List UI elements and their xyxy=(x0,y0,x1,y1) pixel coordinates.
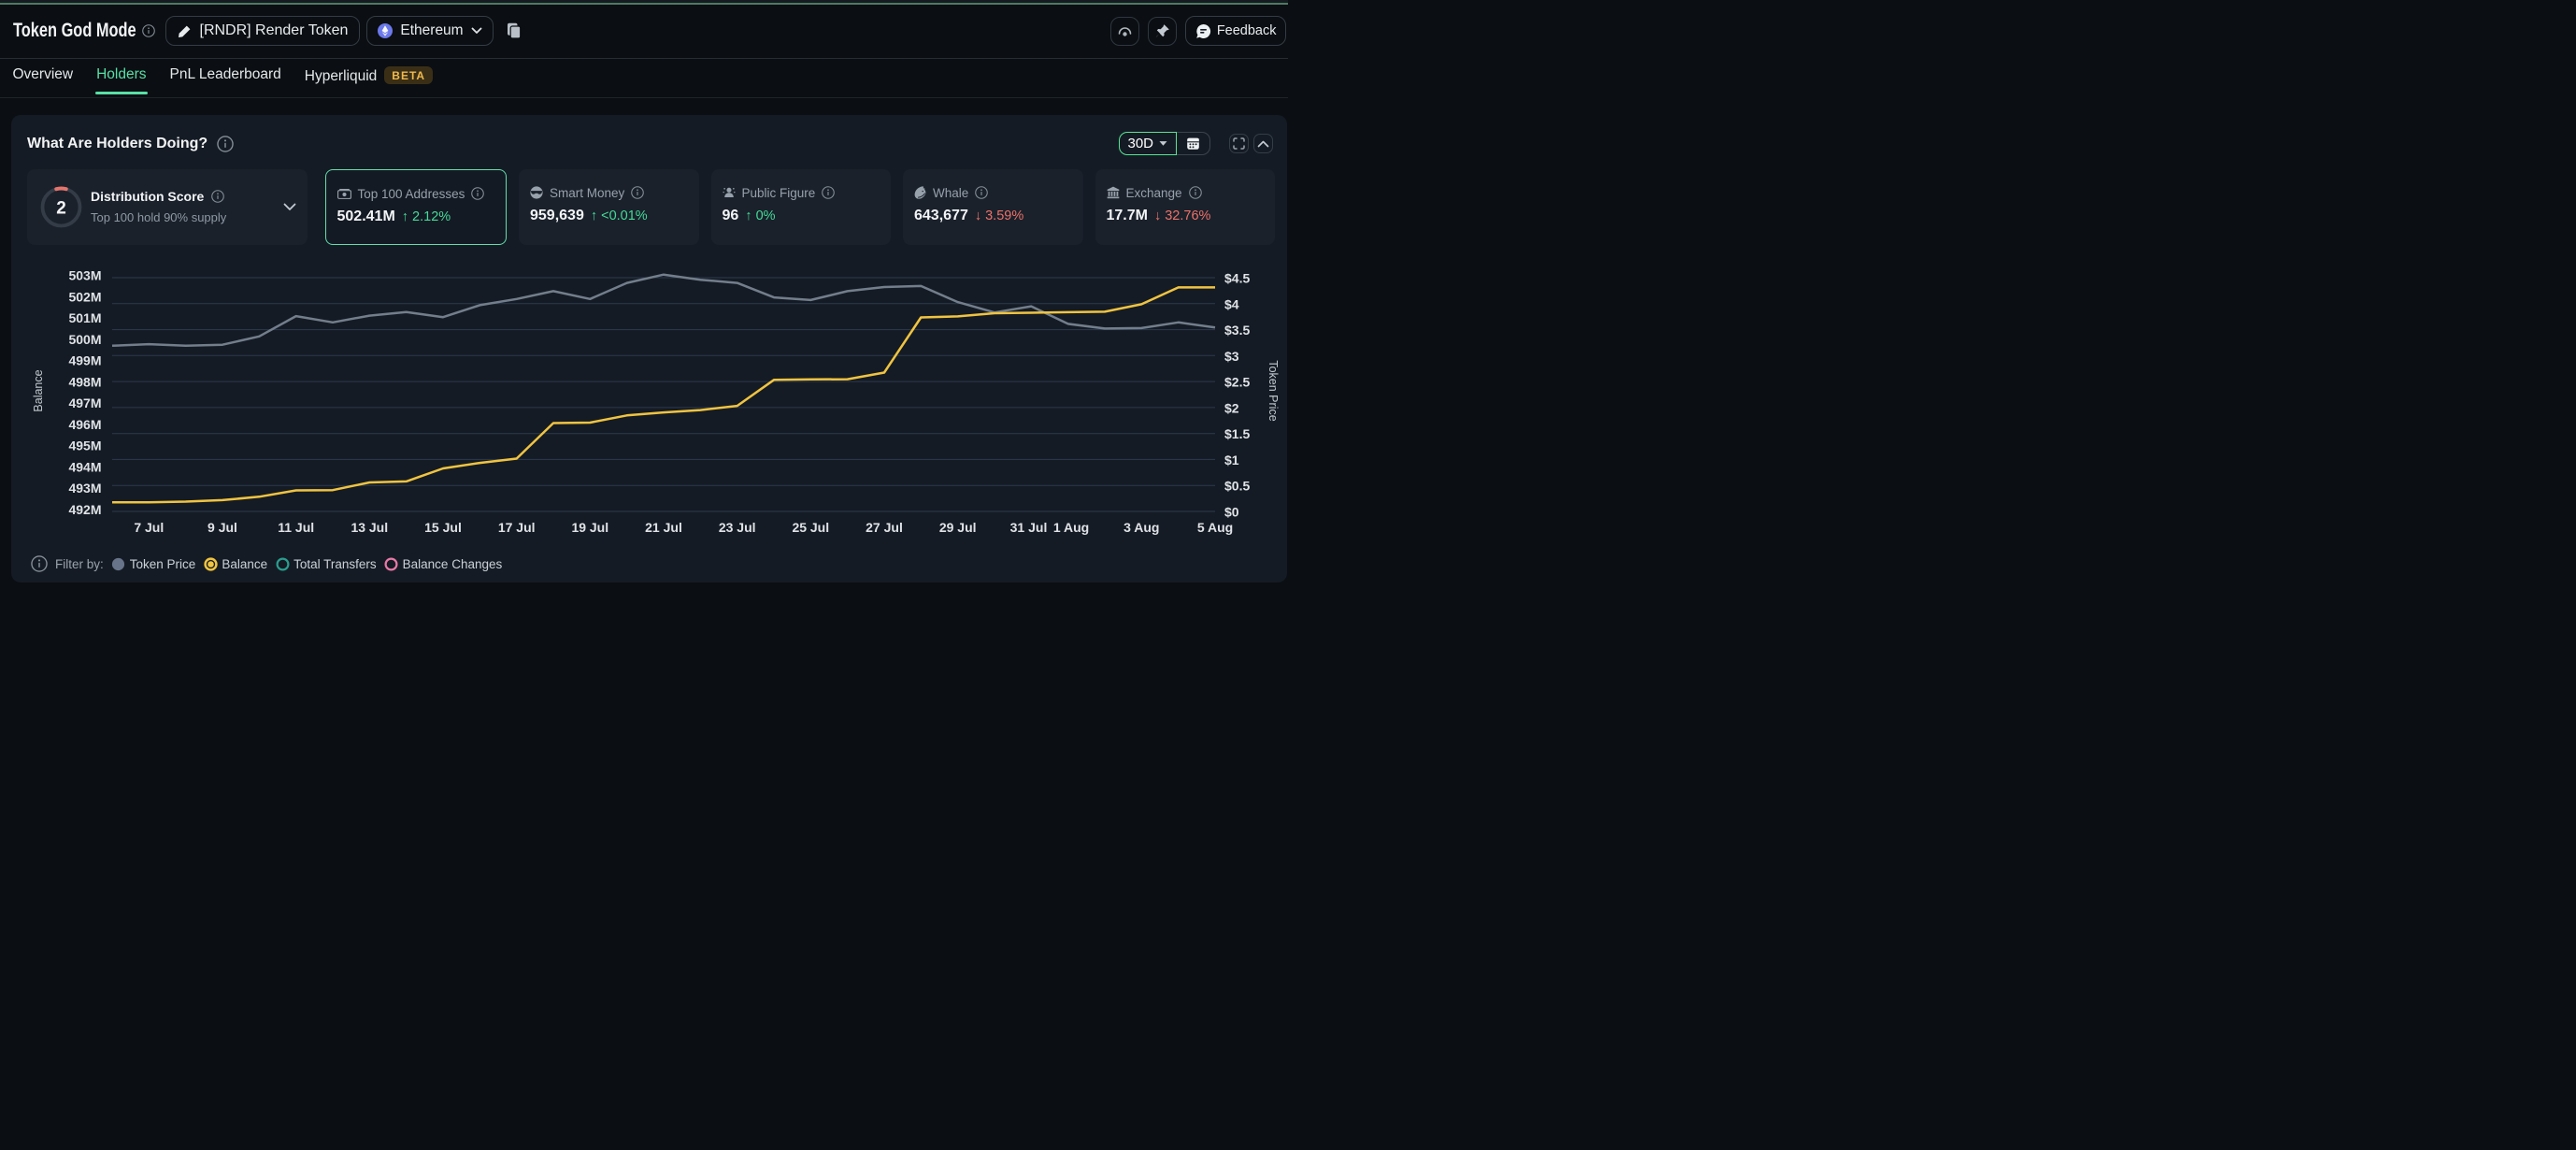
svg-text:2: 2 xyxy=(56,198,66,218)
